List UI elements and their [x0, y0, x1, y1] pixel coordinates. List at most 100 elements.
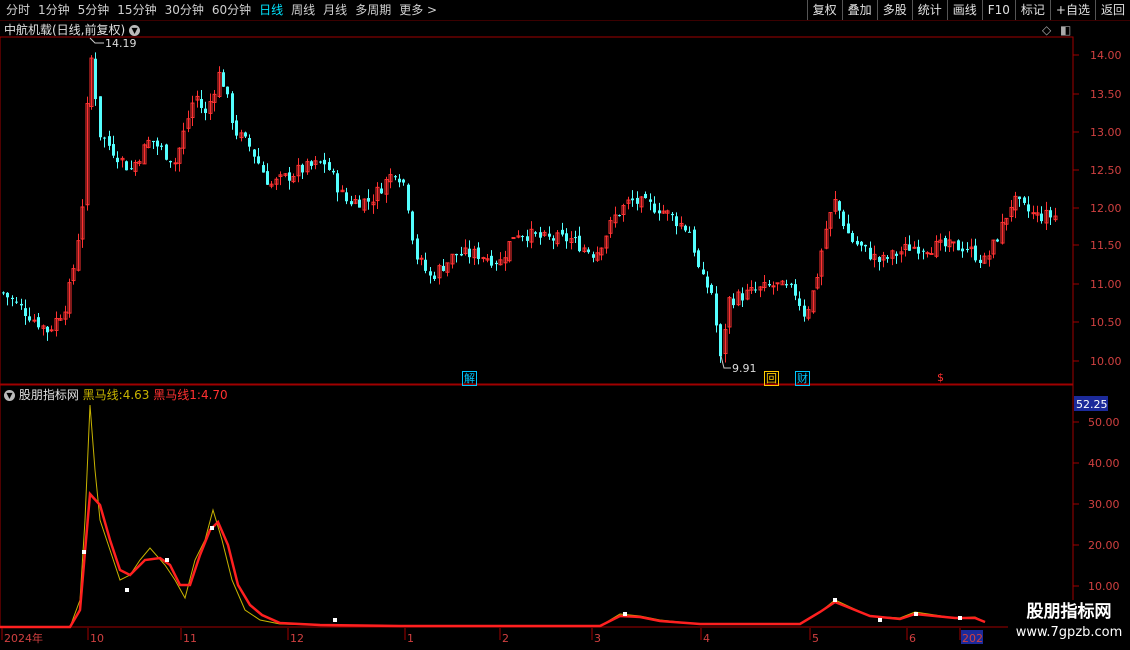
ind-tick-label: 50.00: [1088, 416, 1120, 429]
candle-body: [319, 161, 322, 163]
candle-body: [539, 232, 542, 238]
marker-dividend[interactable]: $: [934, 371, 947, 384]
ind-tick-label: 10.00: [1088, 580, 1120, 593]
candle-body: [768, 284, 771, 286]
candle-body: [28, 316, 31, 321]
candle-body: [266, 171, 269, 185]
candle-body: [706, 276, 709, 288]
candle-body: [671, 213, 674, 216]
candle-body: [358, 199, 361, 208]
candle-body: [771, 285, 776, 288]
candle-body: [301, 164, 304, 173]
indicator-panel-frame: [0, 384, 1074, 628]
candle-body: [1018, 196, 1021, 200]
candle-body: [565, 233, 568, 242]
candle-body: [32, 319, 37, 322]
candle-body: [424, 259, 427, 271]
candle-body: [534, 232, 537, 234]
candle-body: [631, 198, 634, 201]
candle-body: [350, 201, 353, 205]
candle-body: [407, 184, 410, 211]
candle-body: [204, 108, 207, 114]
y-tick-label: 10.50: [1090, 316, 1122, 329]
candle-body: [15, 301, 18, 303]
marker-unlock[interactable]: 解: [462, 371, 477, 386]
y-tick-label: 13.00: [1090, 126, 1122, 139]
candle-body: [578, 235, 581, 252]
candle-body: [173, 162, 178, 165]
candle-body: [878, 257, 881, 262]
marker-return[interactable]: 回: [764, 371, 779, 386]
marker-finance[interactable]: 财: [795, 371, 810, 386]
signal-dot: [82, 550, 86, 554]
candle-body: [94, 58, 97, 100]
candle-body: [838, 201, 841, 211]
high-pointer: [89, 37, 104, 44]
candle-body: [46, 326, 49, 333]
x-label: 10: [90, 632, 104, 645]
y-tick-label: 11.50: [1090, 239, 1122, 252]
watermark-url: www.7gpzb.com: [1015, 625, 1123, 640]
candle-body: [257, 156, 260, 164]
candle-body: [675, 216, 678, 227]
y-tick-label: 12.50: [1090, 164, 1122, 177]
candle-body: [548, 233, 551, 237]
candle-body: [200, 99, 203, 108]
candle-body: [244, 132, 247, 137]
candle-body: [521, 236, 524, 238]
signal-dot: [210, 526, 214, 530]
candle-body: [2, 292, 5, 294]
candle-body: [754, 289, 757, 291]
ind-tick-label: 40.00: [1088, 457, 1120, 470]
x-label: 2024年: [4, 631, 43, 645]
current-value: 52.25: [1076, 398, 1108, 411]
chart-canvas[interactable]: 14.00 13.50 13.00 12.50 12.00 11.50 11.00 10.50…: [0, 0, 1130, 650]
candle-body: [710, 284, 713, 293]
candle-body: [1040, 213, 1043, 222]
line1-path: [0, 404, 986, 628]
x-label: 202: [962, 632, 983, 645]
candle-body: [851, 233, 854, 242]
candle-body: [248, 138, 251, 147]
candle-body: [323, 159, 326, 165]
candle-body: [951, 241, 956, 244]
candle-body: [433, 275, 436, 279]
candle-body: [429, 271, 432, 276]
candle-body: [152, 140, 155, 143]
y-tick-label: 13.50: [1090, 88, 1122, 101]
candle-body: [380, 188, 383, 194]
candle-body: [367, 198, 370, 202]
candle-body: [125, 161, 128, 171]
candle-body: [693, 229, 696, 253]
candle-body: [6, 292, 9, 298]
candle-body: [856, 240, 859, 245]
candle-body: [442, 265, 445, 271]
x-label: 5: [812, 632, 819, 645]
candle-body: [842, 211, 845, 227]
candle-body: [231, 93, 234, 123]
candle-body: [574, 237, 577, 239]
signal-dot: [125, 588, 129, 592]
indicator-series: [0, 404, 986, 629]
candle-body: [917, 246, 920, 254]
candle-body: [288, 172, 291, 181]
candle-body: [490, 255, 493, 266]
candle-body: [481, 257, 486, 260]
x-label: 1: [407, 632, 414, 645]
y-tick-label: 11.00: [1090, 278, 1122, 291]
candle-body: [684, 225, 687, 231]
x-label: 12: [290, 632, 304, 645]
watermark-title: 股朋指标网: [1026, 602, 1112, 622]
candle-body: [165, 144, 168, 160]
candle-body: [649, 199, 652, 202]
candle-body: [108, 136, 111, 146]
candle-body: [156, 140, 159, 147]
candle-body: [790, 283, 793, 285]
candle-body: [618, 215, 621, 217]
candle-body: [794, 284, 797, 296]
candle-body: [636, 197, 639, 204]
x-label: 6: [909, 632, 916, 645]
line2-path: [0, 491, 986, 629]
candle-body: [411, 211, 414, 241]
signal-dot: [914, 612, 918, 616]
